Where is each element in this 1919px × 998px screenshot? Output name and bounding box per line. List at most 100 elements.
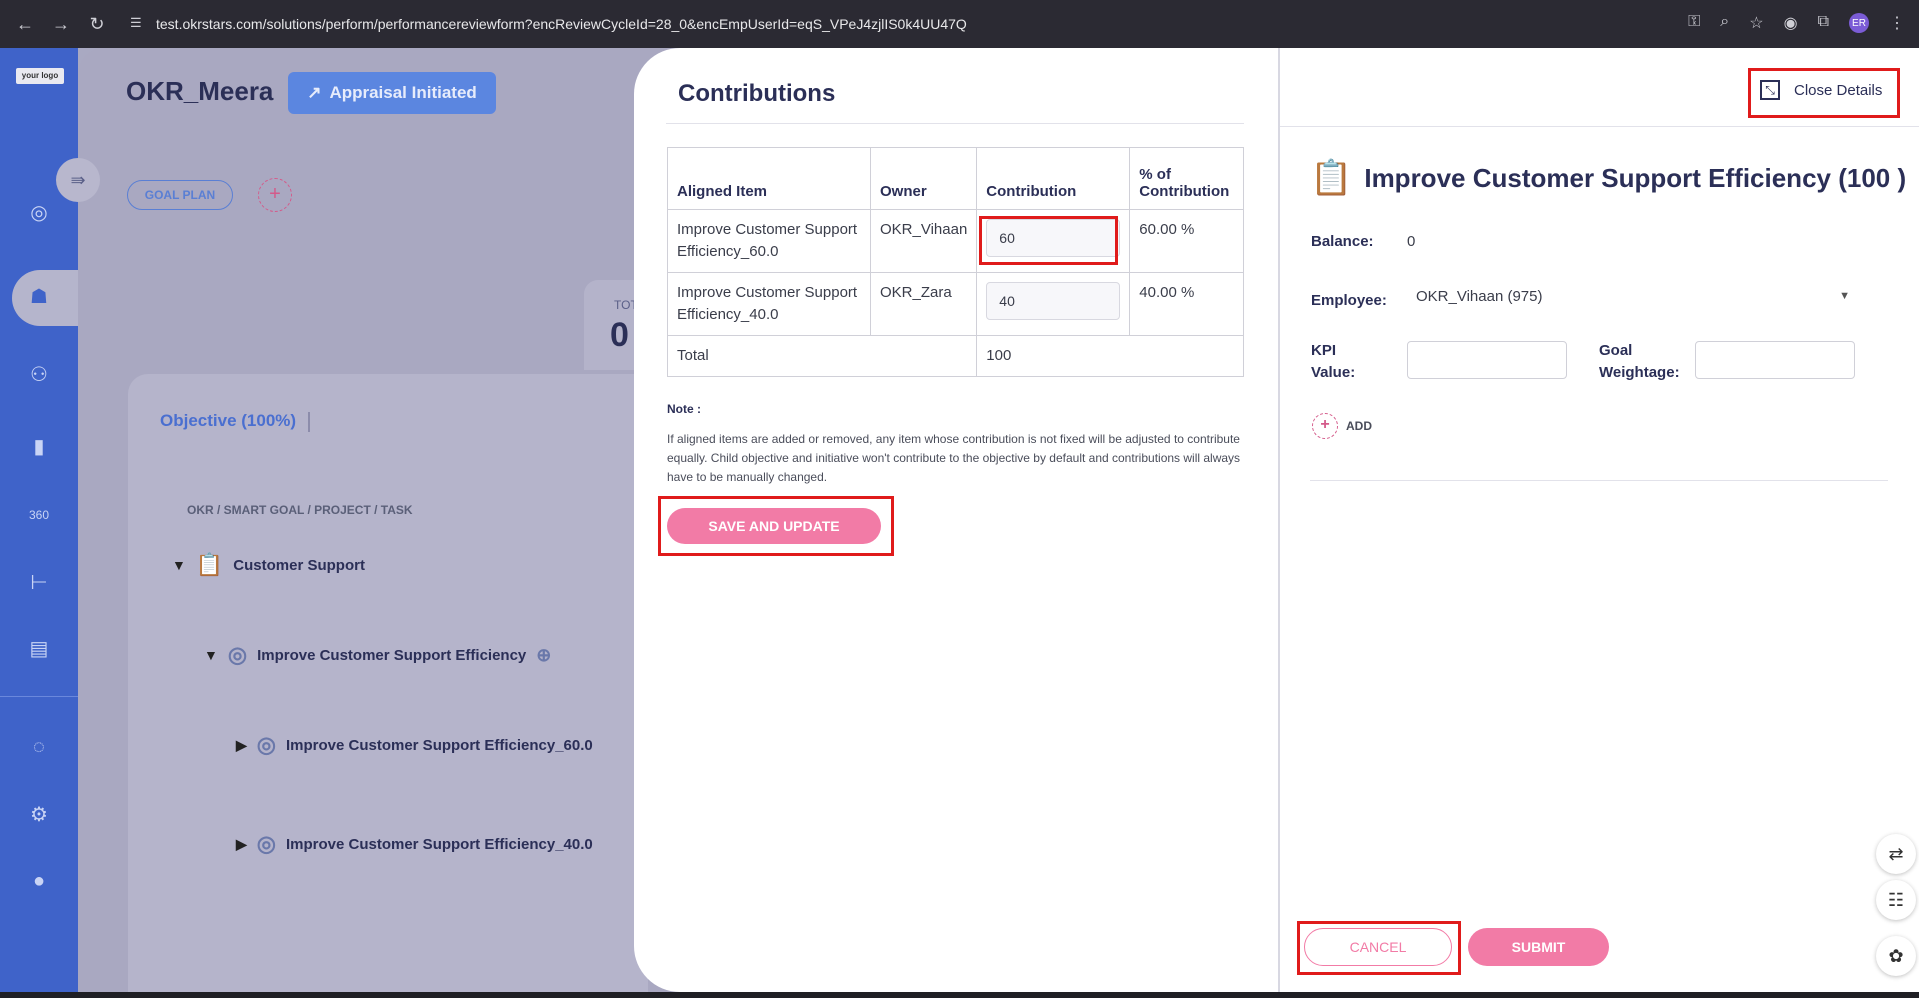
star-icon[interactable]: ☆	[1749, 13, 1763, 33]
appraisal-status-label: Appraisal Initiated	[329, 83, 477, 102]
window-bottom-edge	[0, 992, 1919, 998]
brain-icon[interactable]: ✿	[1876, 936, 1916, 976]
goal-weightage-input[interactable]	[1695, 341, 1855, 379]
employee-value: OKR_Vihaan (975)	[1416, 288, 1543, 305]
submit-button[interactable]: SUBMIT	[1468, 928, 1609, 966]
appraisal-status-button[interactable]: ↗ Appraisal Initiated	[288, 72, 496, 114]
expand-right-icon[interactable]: ▶	[236, 737, 247, 754]
details-title: 📋 Improve Customer Support Efficiency (1…	[1310, 158, 1906, 198]
percent-cell: 60.00 %	[1129, 209, 1244, 273]
goal-plan-pill[interactable]: GOAL PLAN	[127, 180, 233, 210]
page-title: OKR_Meera	[126, 76, 274, 106]
puzzle-icon[interactable]: ⧉	[1818, 13, 1829, 33]
total-row: Total 100	[666, 335, 1244, 377]
balance-value: 0	[1407, 233, 1416, 250]
expand-down-icon[interactable]: ▼	[172, 557, 186, 573]
kpi-value-input[interactable]	[1407, 341, 1567, 379]
clipboard-target-icon: 📋	[1310, 159, 1353, 197]
user-icon[interactable]: ●	[24, 866, 54, 896]
chevron-down-icon: ▼	[1839, 290, 1850, 302]
target-icon: ◎	[227, 642, 248, 667]
extension-color-icon[interactable]: ◉	[1784, 13, 1798, 33]
back-icon[interactable]: ←	[14, 14, 36, 35]
eye-icon[interactable]: ◌	[24, 732, 54, 762]
menu-dots-icon[interactable]: ⋮	[1889, 13, 1905, 33]
tree-row-label: Improve Customer Support Efficiency_40.0	[285, 835, 593, 853]
browser-nav: ← → ↻	[0, 14, 108, 35]
total-label-cell: Total	[666, 335, 978, 377]
expand-right-icon[interactable]: ▶	[236, 836, 247, 853]
tree-row-label: Improve Customer Support Efficiency_60.0	[285, 736, 593, 754]
expand-down-icon[interactable]: ▼	[204, 647, 218, 663]
tree-row-label: Improve Customer Support Efficiency	[257, 646, 527, 664]
aligned-item-cell: Improve Customer Support Efficiency_40.0	[667, 272, 871, 336]
reload-icon[interactable]: ↻	[86, 14, 108, 35]
contribution-input[interactable]	[986, 282, 1121, 320]
total-value-cell: 100	[976, 335, 1244, 377]
table-row: Improve Customer Support Efficiency_40.0…	[667, 272, 1244, 336]
report-icon[interactable]: ▤	[24, 634, 54, 664]
hierarchy-icon[interactable]: ⊢	[24, 568, 54, 598]
globe-icon: ⊕	[536, 644, 552, 665]
employee-select[interactable]: OKR_Vihaan (975) ▼	[1416, 288, 1854, 314]
contribution-cell	[976, 272, 1131, 336]
tree-row[interactable]: ▼ 📋 Customer Support	[172, 552, 365, 578]
address-text: test.okrstars.com/solutions/perform/perf…	[156, 16, 967, 32]
tree-row[interactable]: ▶ ◎ Improve Customer Support Efficiency_…	[236, 831, 593, 857]
browser-toolbar: ← → ↻ ☰ test.okrstars.com/solutions/perf…	[0, 0, 1919, 48]
brand-logo: your logo	[16, 68, 64, 84]
objectives-card	[128, 374, 648, 994]
add-goal-icon[interactable]: +	[258, 178, 292, 212]
total-value: 0	[610, 316, 629, 354]
target-icon[interactable]: ◎	[24, 198, 54, 228]
tree-row[interactable]: ▼ ◎ Improve Customer Support Efficiency …	[204, 642, 551, 668]
kpi-label-line-2: Value:	[1311, 364, 1356, 381]
forward-icon[interactable]: →	[50, 14, 72, 35]
title-divider	[666, 123, 1244, 124]
sidebar-divider	[0, 696, 78, 697]
col-contribution: Contribution	[976, 147, 1131, 210]
details-divider	[1280, 126, 1919, 127]
site-settings-icon[interactable]: ☰	[130, 15, 142, 31]
balance-label: Balance:	[1311, 233, 1374, 250]
people-icon[interactable]: ⚇	[24, 360, 54, 390]
goal-weightage-label: Goal Weightage:	[1599, 340, 1680, 384]
col-aligned-item: Aligned Item	[667, 147, 871, 210]
clipboard-icon: 📋	[195, 552, 224, 577]
gear-icon[interactable]: ⚙	[24, 800, 54, 830]
book-icon[interactable]: ▮	[24, 432, 54, 462]
details-divider-2	[1310, 480, 1888, 481]
add-label: ADD	[1346, 419, 1372, 433]
contributions-table: Aligned Item Owner Contribution % of Con…	[666, 147, 1244, 377]
add-button[interactable]: + ADD	[1312, 413, 1372, 439]
highlight-save-button	[658, 496, 894, 556]
table-header-row: Aligned Item Owner Contribution % of Con…	[667, 147, 1244, 210]
collapse-sidebar-icon[interactable]: ⇛	[56, 158, 100, 202]
percent-cell: 40.00 %	[1129, 272, 1244, 336]
kpi-value-label: KPI Value:	[1311, 340, 1355, 384]
employee-label: Employee:	[1311, 292, 1387, 309]
target-icon: ◎	[256, 831, 276, 856]
goal-label-line-2: Weightage:	[1599, 364, 1680, 381]
table-row: Improve Customer Support Efficiency_60.0…	[667, 209, 1244, 273]
kpi-label-line-1: KPI	[1311, 342, 1337, 359]
profile-avatar[interactable]: ER	[1849, 13, 1869, 33]
note-heading: Note :	[667, 402, 701, 416]
objective-tab[interactable]: Objective (100%)	[160, 411, 296, 431]
address-bar[interactable]: ☰ test.okrstars.com/solutions/perform/pe…	[122, 8, 1642, 40]
key-icon[interactable]: ⚿	[1688, 13, 1700, 33]
tree-row-label: Customer Support	[233, 556, 365, 574]
translate-icon[interactable]: ⇄	[1876, 834, 1916, 874]
arrow-icon: ↗	[307, 83, 322, 102]
highlight-contribution-input	[979, 216, 1118, 265]
highlight-close-details	[1748, 68, 1900, 118]
zoom-icon[interactable]: ⌕	[1720, 13, 1729, 33]
col-percent: % of Contribution	[1129, 147, 1244, 210]
feedback-360-icon[interactable]: 360	[24, 500, 54, 530]
reader-icon[interactable]: ☷	[1876, 880, 1916, 920]
highlight-cancel-button	[1297, 921, 1461, 975]
aligned-item-cell: Improve Customer Support Efficiency_60.0	[667, 209, 871, 273]
team-icon[interactable]: ☗	[24, 282, 54, 312]
owner-cell: OKR_Zara	[869, 272, 978, 336]
tree-row[interactable]: ▶ ◎ Improve Customer Support Efficiency_…	[236, 732, 593, 758]
